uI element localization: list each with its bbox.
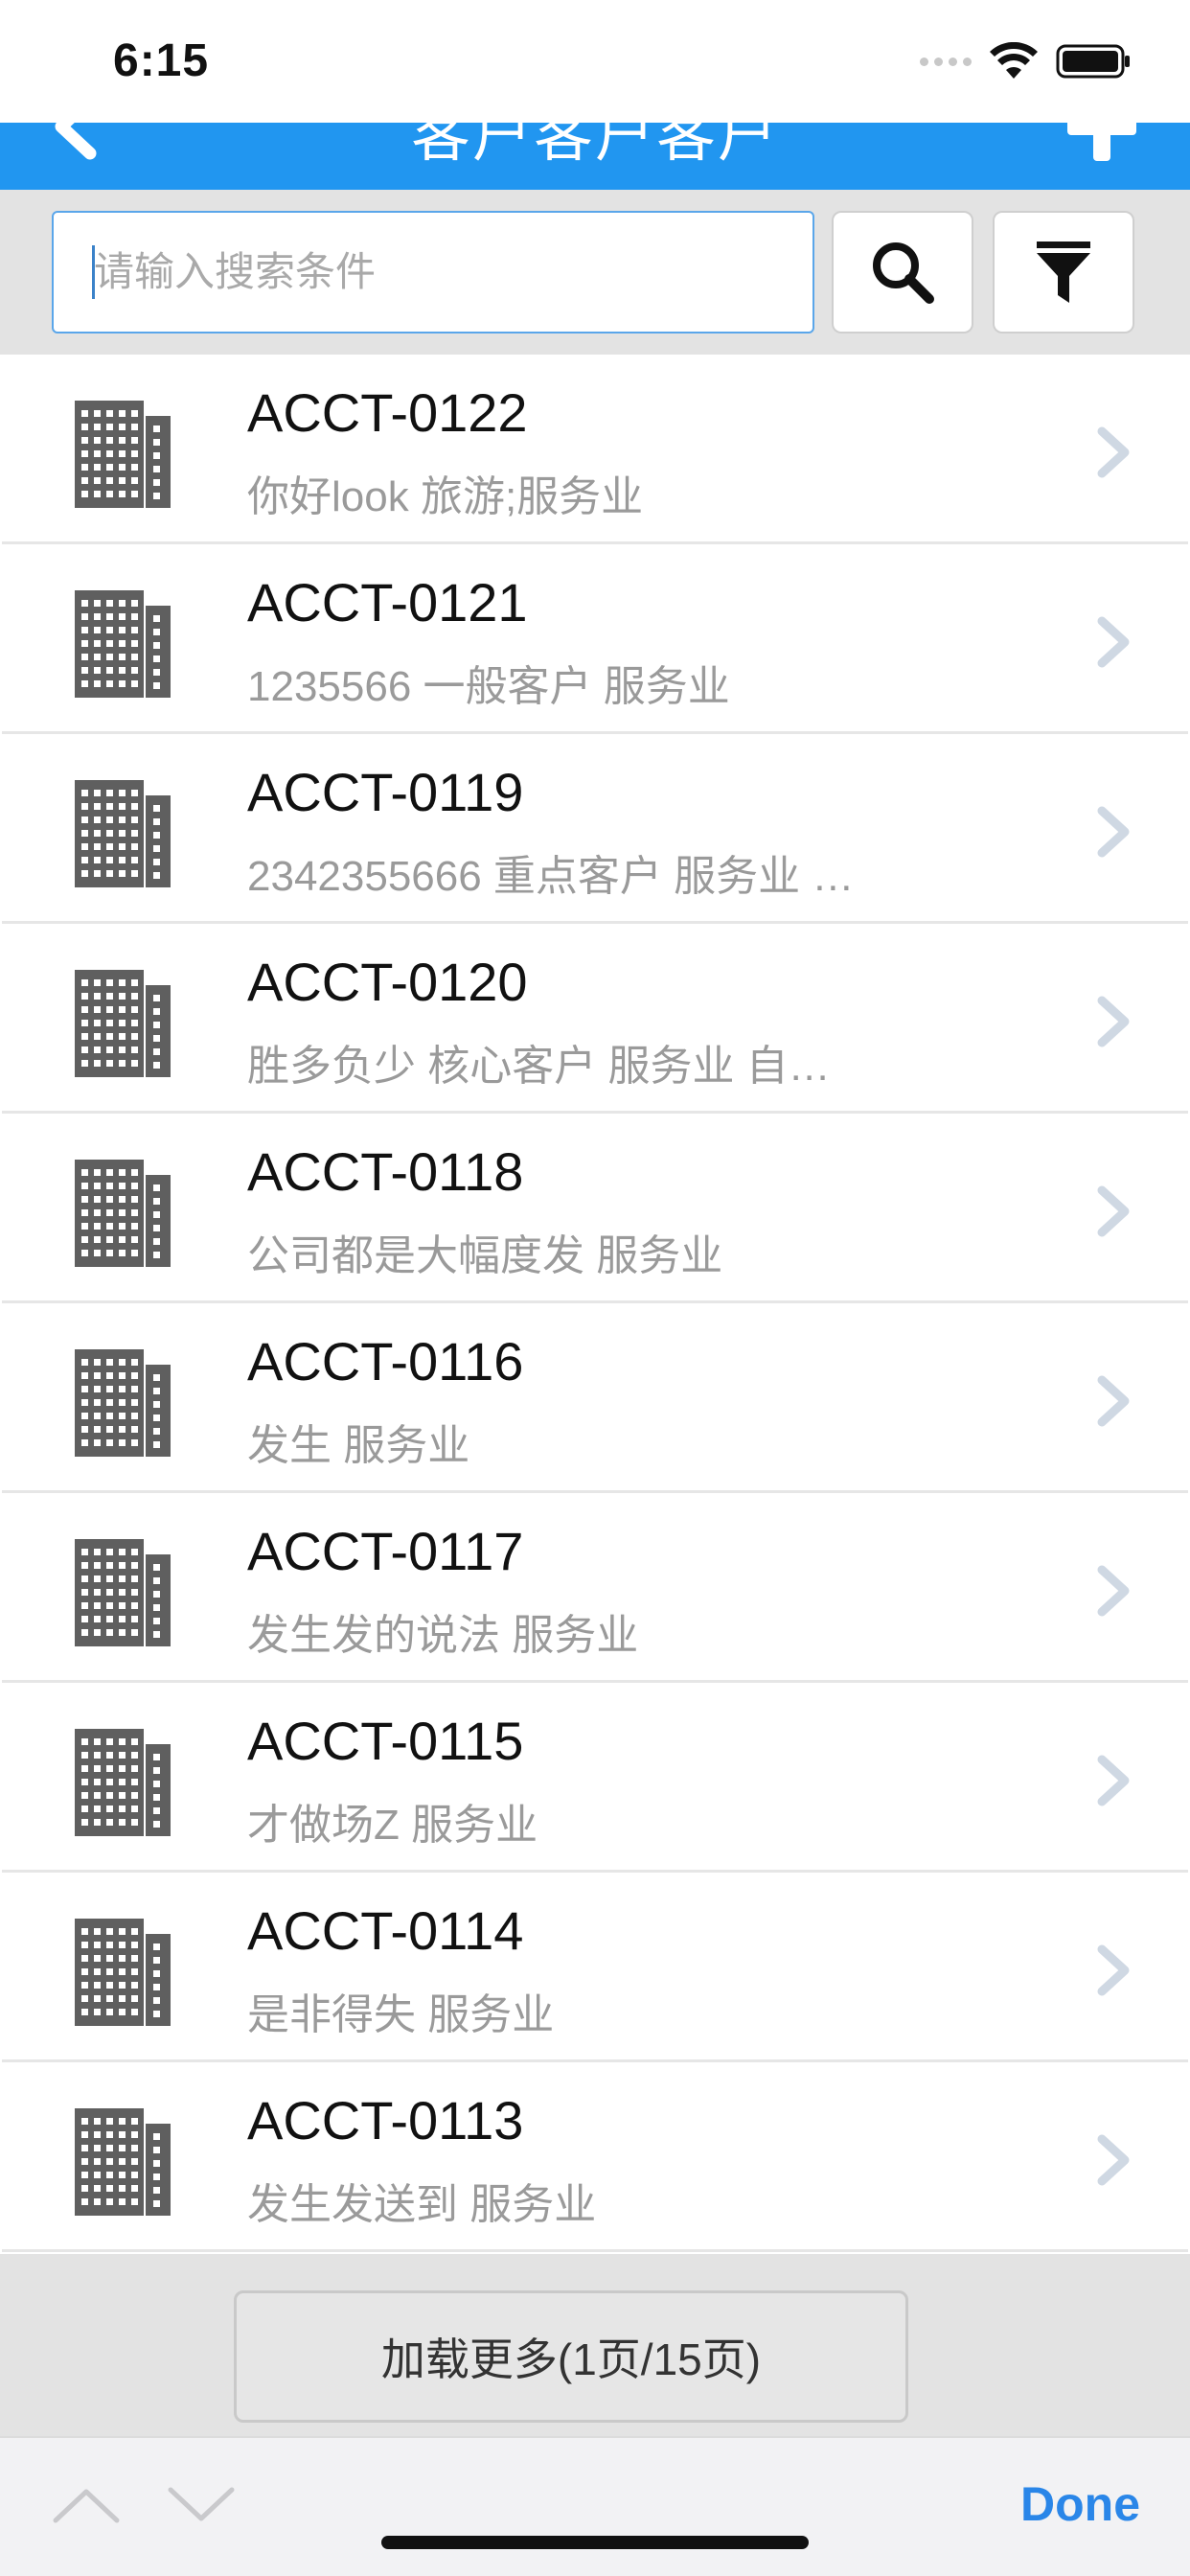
status-time: 6:15 [113,35,210,86]
account-code: ACCT-0117 [247,1521,524,1581]
done-button[interactable]: Done [1020,2476,1140,2532]
building-icon [75,970,171,1077]
filter-button[interactable] [993,211,1134,334]
account-code: ACCT-0122 [247,382,528,443]
battery-icon [1056,44,1130,79]
device-notch [305,0,885,84]
account-detail: 公司都是大幅度发 服务业 [247,1232,723,1279]
list-item[interactable]: ACCT-0115 才做场Z 服务业 [2,1683,1188,1873]
text-caret [92,245,95,299]
account-code: ACCT-0121 [247,572,528,632]
account-list: ACCT-0122 你好look 旅游;服务业 ACCT-0121 123556… [2,355,1188,2252]
account-detail: 是非得失 服务业 [247,1991,555,2038]
list-item[interactable]: ACCT-0113 发生发送到 服务业 [2,2062,1188,2252]
account-code: ACCT-0119 [247,762,524,822]
building-icon [75,780,171,887]
chevron-right-icon [1097,1755,1130,1806]
account-detail: 发生发送到 服务业 [247,2181,597,2228]
wifi-icon [990,42,1038,79]
account-code: ACCT-0113 [247,2090,524,2150]
search-button[interactable] [832,211,973,334]
chevron-right-icon [1097,1375,1130,1427]
filter-icon [1037,242,1090,303]
account-code: ACCT-0116 [247,1331,524,1392]
chevron-right-icon [1097,426,1130,478]
building-icon [75,1349,171,1457]
account-detail: 你好look 旅游;服务业 [247,473,644,520]
load-more-button[interactable]: 加载更多(1页/15页) [234,2290,908,2423]
next-field-button[interactable] [163,2476,240,2534]
screen: 6:15 客户客户客户 请输入搜索条件 ACCT-0122 你好look 旅游;… [0,0,1190,2576]
list-item[interactable]: ACCT-0117 发生发的说法 服务业 [2,1493,1188,1683]
building-icon [75,1729,171,1836]
account-detail: 2342355666 重点客户 服务业 … [247,853,855,900]
chevron-right-icon [1097,1185,1130,1237]
chevron-right-icon [1097,996,1130,1047]
previous-field-button[interactable] [48,2476,125,2534]
account-detail: 发生发的说法 服务业 [247,1612,639,1659]
account-code: ACCT-0114 [247,1900,524,1961]
search-bar [0,190,1190,355]
building-icon [75,1539,171,1646]
account-code: ACCT-0120 [247,952,528,1012]
account-detail: 才做场Z 服务业 [247,1802,538,1849]
building-icon [75,590,171,698]
chevron-right-icon [1097,1565,1130,1617]
chevron-right-icon [1097,616,1130,668]
search-input[interactable] [52,211,814,334]
account-detail: 胜多负少 核心客户 服务业 自… [247,1043,831,1090]
page-title: 客户客户客户 [410,103,779,169]
plus-icon [1067,92,1136,161]
status-icons [920,42,1133,80]
load-more-area: 加载更多(1页/15页) [0,2254,1190,2436]
list-item[interactable]: ACCT-0119 2342355666 重点客户 服务业 … [2,734,1188,924]
account-code: ACCT-0115 [247,1711,524,1771]
list-item[interactable]: ACCT-0122 你好look 旅游;服务业 [2,355,1188,544]
building-icon [75,1160,171,1267]
search-icon [873,242,934,304]
keyboard-accessory-bar: Done [0,2436,1190,2576]
home-indicator[interactable] [381,2536,809,2549]
account-detail: 发生 服务业 [247,1422,470,1469]
list-item[interactable]: ACCT-0118 公司都是大幅度发 服务业 [2,1114,1188,1303]
chevron-right-icon [1097,1944,1130,1996]
list-item[interactable]: ACCT-0114 是非得失 服务业 [2,1873,1188,2062]
list-item[interactable]: ACCT-0121 1235566 一般客户 服务业 [2,544,1188,734]
cellular-signal-icon [920,57,972,66]
add-button[interactable] [1064,88,1140,165]
chevron-right-icon [1097,806,1130,858]
building-icon [75,401,171,508]
building-icon [75,2108,171,2216]
account-detail: 1235566 一般客户 服务业 [247,663,730,710]
chevron-right-icon [1097,2134,1130,2186]
building-icon [75,1919,171,2026]
account-code: ACCT-0118 [247,1141,524,1202]
list-item[interactable]: ACCT-0116 发生 服务业 [2,1303,1188,1493]
list-item[interactable]: ACCT-0120 胜多负少 核心客户 服务业 自… [2,924,1188,1114]
